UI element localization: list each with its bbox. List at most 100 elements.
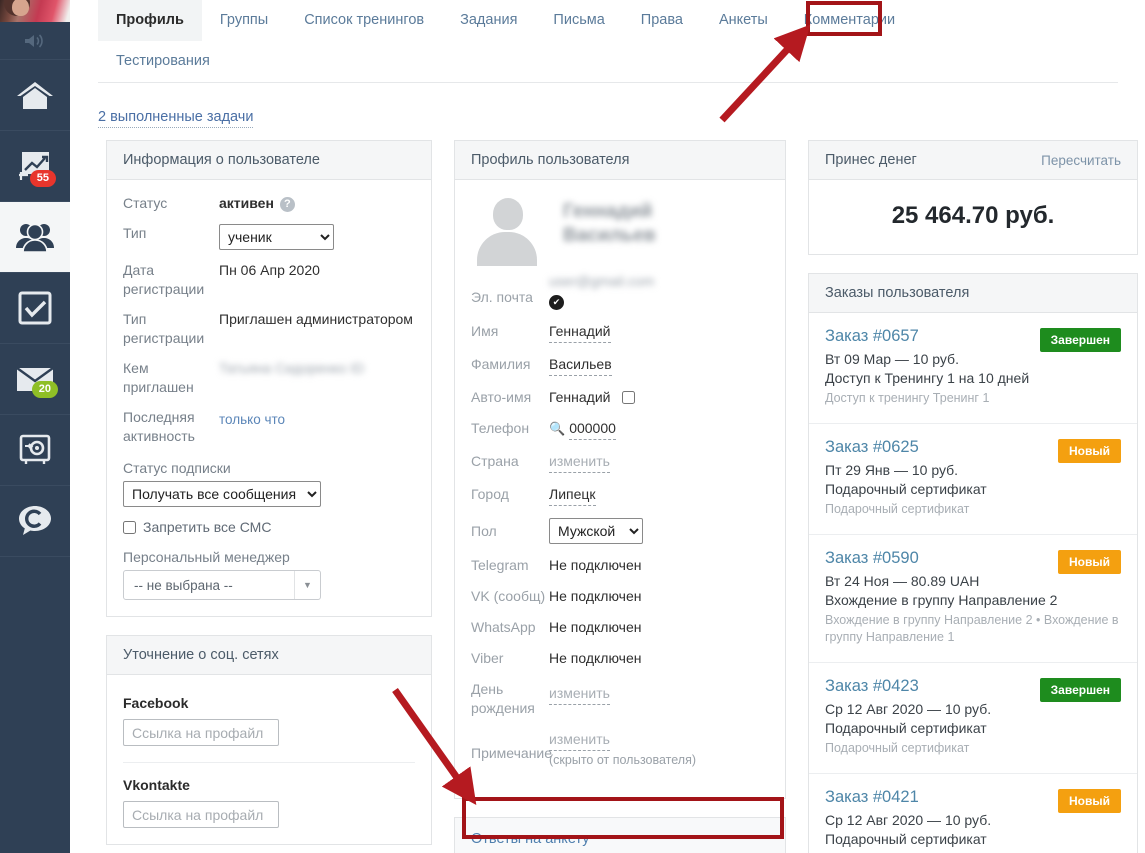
profile-row-viber: Viber Не подключен [471,649,769,668]
order-product: Доступ к Тренингу 1 на 10 дней [825,370,1030,386]
tab-pisma[interactable]: Письма [535,0,622,41]
info-label-reg-type: Тип регистрации [123,311,205,346]
profile-value-birthday[interactable]: изменить [549,684,610,705]
profile-value-lastname[interactable]: Васильев [549,355,612,376]
tabs-divider [98,82,1118,83]
profile-row-note: Примечание изменить (скрыто от пользоват… [471,730,769,770]
order-date-price: Вт 09 Мар — 10 руб. [825,351,959,367]
profile-label-autoname: Авто-имя [471,389,532,405]
profile-value-autoname: Геннадий [549,389,611,405]
info-value-last-activity: только что [219,412,286,427]
facebook-label: Facebook [123,695,189,711]
profile-email-text: user@gmail.com [549,273,655,289]
left-sidebar: 55 20 [0,0,70,853]
tab-row: Профиль Группы Список тренингов Задания … [98,0,1145,82]
profile-body: Геннадий Васильев Эл. почта user@gmail.c… [455,180,785,798]
subscription-select[interactable]: Получать все сообщения [123,481,321,507]
help-icon[interactable]: ? [279,197,295,212]
info-label-reg-date: Дата регистрации [123,262,205,297]
sidebar-item-mail[interactable]: 20 [0,344,70,415]
sidebar-item-settings[interactable] [0,415,70,486]
profile-value-phone[interactable]: 000000 [569,419,616,440]
profile-value-email: user@gmail.com ✔ [549,272,654,310]
sidebar-item-mute[interactable] [0,22,70,60]
sidebar-item-statistics[interactable]: 55 [0,131,70,202]
profile-row-lastname: Фамилия Васильев [471,355,769,376]
profile-label-city: Город [471,486,509,502]
search-icon[interactable]: 🔍 [549,421,565,436]
order-row[interactable]: Заказ #0625 Пт 29 Янв — 10 руб. Подарочн… [809,424,1137,535]
profile-row-vk: VK (сообщ) Не подключен [471,587,769,606]
order-row[interactable]: Заказ #0590 Вт 24 Ноя — 80.89 UAH Вхожде… [809,535,1137,663]
tab-gruppy[interactable]: Группы [202,0,286,41]
profile-row-phone: Телефон 🔍 000000 [471,419,769,440]
profile-label-firstname: Имя [471,323,499,339]
profile-label-phone: Телефон [471,420,530,436]
tab-spisok-treningov[interactable]: Список тренингов [286,0,442,41]
vkontakte-input[interactable] [123,801,279,828]
social-header: Уточнение о соц. сетях [107,636,431,675]
info-row-reg-date: Дата регистрации Пн 06 Апр 2020 [123,261,415,299]
profile-name-block: Геннадий Васильев [563,194,656,248]
block-sms-checkbox[interactable] [123,520,136,534]
profile-value-city[interactable]: Липецк [549,485,596,506]
social-divider [123,762,415,763]
user-type-select[interactable]: ученик [219,224,334,250]
status-badge: Завершен [1039,328,1121,352]
tab-prava[interactable]: Права [623,0,701,41]
profile-value-telegram: Не подключен [549,557,642,573]
info-label-type: Тип [123,225,147,241]
columns: Информация о пользователе Статус активен… [70,140,1145,853]
tab-bar: Профиль Группы Список тренингов Задания … [70,0,1145,82]
gender-select[interactable]: Мужской [549,518,643,544]
profile-row-telegram: Telegram Не подключен [471,556,769,575]
status-badge: Завершен [1039,678,1121,702]
profile-value-firstname[interactable]: Геннадий [549,322,611,343]
tab-profil[interactable]: Профиль [98,0,202,41]
order-date-price: Вт 24 Ноя — 80.89 UAH [825,573,980,589]
tab-testirovaniya[interactable]: Тестирования [98,41,228,82]
subscription-label: Статус подписки [123,460,231,476]
sidebar-item-tasks[interactable] [0,273,70,344]
block-sms-label[interactable]: Запретить все СМС [143,519,271,535]
tab-kommentarii[interactable]: Комментарии [786,0,913,41]
autoname-checkbox[interactable] [622,391,636,404]
info-row-type: Тип ученик [123,224,415,250]
profile-identity: Геннадий Васильев [471,194,769,266]
sms-checkbox-row[interactable]: Запретить все СМС [123,519,415,535]
profile-value-vk: Не подключен [549,588,642,604]
profile-row-firstname: Имя Геннадий [471,322,769,343]
order-sub: Вхождение в группу Направление 2 • Вхожд… [825,613,1119,644]
order-product: Подарочный сертификат [825,831,987,847]
vkontakte-label: Vkontakte [123,777,190,793]
sidebar-item-chat[interactable] [0,486,70,557]
social-title: Уточнение о соц. сетях [123,647,279,663]
mail-badge: 20 [31,381,58,398]
checkbox-check-icon [16,289,54,327]
tab-ankety[interactable]: Анкеты [701,0,786,41]
orders-panel: Заказы пользователя Заказ #0657 Вт 09 Ма… [808,273,1138,853]
personal-manager-value: -- не выбрана -- [134,577,233,593]
order-row[interactable]: Заказ #0421 Ср 12 Авг 2020 — 10 руб. Под… [809,774,1137,853]
recalculate-link[interactable]: Пересчитать [1041,153,1121,168]
personal-manager-select[interactable]: -- не выбрана -- ▼ [123,570,321,600]
order-row[interactable]: Заказ #0657 Вт 09 Мар — 10 руб. Доступ к… [809,313,1137,424]
facebook-input[interactable] [123,719,279,746]
sidebar-item-home[interactable] [0,60,70,131]
order-date-price: Пт 29 Янв — 10 руб. [825,462,959,478]
profile-row-email: Эл. почта user@gmail.com ✔ [471,272,769,310]
completed-tasks-link[interactable]: 2 выполненные задачи [98,109,254,128]
avatar [471,194,543,266]
tab-zadaniya[interactable]: Задания [442,0,535,41]
profile-value-note[interactable]: изменить [549,730,610,751]
profile-header: Профиль пользователя [455,141,785,180]
user-info-panel: Информация о пользователе Статус активен… [106,140,432,617]
info-row-invited-by: Кем приглашен Татьяна Сидоренко ID [123,359,415,397]
sidebar-item-users[interactable] [0,202,70,273]
answers-to-survey-button[interactable]: Ответы на анкету [454,817,786,853]
info-value-status: активен? [219,194,295,213]
order-date-price: Ср 12 Авг 2020 — 10 руб. [825,701,992,717]
profile-value-country[interactable]: изменить [549,452,610,473]
profile-row-autoname: Авто-имя Геннадий [471,388,769,407]
order-row[interactable]: Заказ #0423 Ср 12 Авг 2020 — 10 руб. Под… [809,663,1137,774]
